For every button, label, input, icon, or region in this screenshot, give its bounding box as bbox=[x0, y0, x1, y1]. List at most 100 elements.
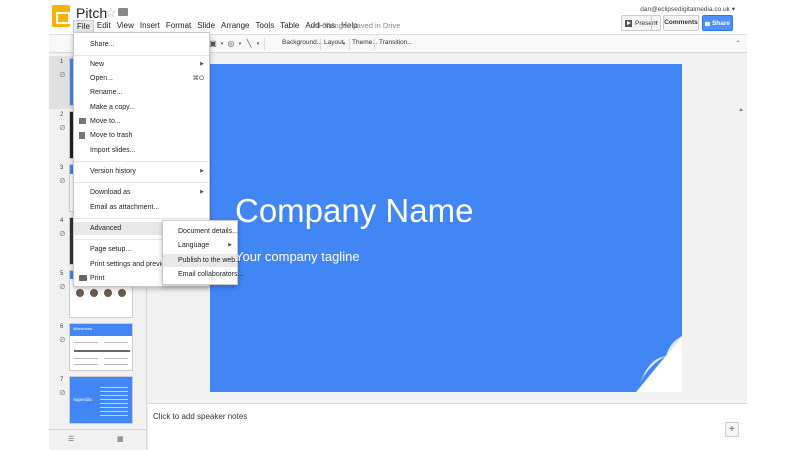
current-slide[interactable]: Company Name Your company tagline bbox=[210, 64, 682, 392]
collapse-toolbar-icon[interactable]: ⌃ bbox=[733, 39, 743, 49]
page-fold-decoration bbox=[636, 336, 682, 392]
filmstrip-footer: ☰ ▦ bbox=[49, 429, 147, 450]
menu-item-download-as[interactable]: Download as ▶ bbox=[74, 186, 209, 199]
menu-item-publish-web[interactable]: Publish to the web... bbox=[163, 254, 241, 267]
scrollbar[interactable] bbox=[738, 108, 744, 450]
doc-logo-icon[interactable] bbox=[52, 5, 70, 27]
avatar bbox=[104, 289, 112, 297]
add-note-icon[interactable] bbox=[725, 422, 739, 437]
avatar bbox=[118, 289, 126, 297]
layout-dropdown-icon[interactable]: ▾ bbox=[339, 39, 349, 49]
menu-item-share[interactable]: Share... bbox=[74, 38, 209, 51]
clip-icon: ⊘ bbox=[59, 70, 66, 79]
menu-item-label: Email collaborators... bbox=[178, 271, 244, 278]
menu-arrange[interactable]: Arrange bbox=[218, 20, 252, 34]
avatar bbox=[76, 289, 84, 297]
menu-item-label: Print settings and preview bbox=[90, 261, 171, 268]
speaker-notes[interactable]: Click to add speaker notes bbox=[148, 403, 747, 450]
thumb-line bbox=[100, 399, 128, 400]
menu-item-open[interactable]: Open... ⌘O bbox=[74, 72, 209, 85]
thumb-line bbox=[100, 411, 128, 412]
present-dropdown[interactable]: ▾ bbox=[651, 15, 661, 31]
slide-number: 5 bbox=[60, 271, 64, 277]
menu-item-label: Download as bbox=[90, 189, 131, 196]
filmstrip-slide-7[interactable]: 7 ⊘ Appendix bbox=[49, 374, 147, 427]
clip-icon: ⊘ bbox=[59, 176, 66, 185]
toolbar-divider bbox=[349, 38, 350, 50]
thumb-line bbox=[74, 350, 130, 352]
share-label: Share bbox=[711, 19, 731, 27]
menu-item-label: Language bbox=[178, 242, 210, 249]
slide-title[interactable]: Company Name bbox=[235, 192, 473, 230]
list-icon[interactable]: ☰ bbox=[68, 436, 75, 443]
menu-tools[interactable]: Tools bbox=[253, 20, 278, 34]
submenu-arrow-icon: ▶ bbox=[200, 168, 204, 174]
menu-divider bbox=[74, 218, 209, 219]
doc-title[interactable]: Pitch bbox=[76, 5, 107, 21]
menu-item-language[interactable]: Language ▶ bbox=[163, 239, 237, 252]
menu-item-email-attachment[interactable]: Email as attachment... bbox=[74, 201, 209, 214]
toolbar-divider bbox=[374, 38, 375, 50]
menu-item-make-copy[interactable]: Make a copy... bbox=[74, 101, 209, 114]
grid-icon[interactable]: ▦ bbox=[117, 436, 124, 443]
background-button[interactable]: Background... bbox=[282, 39, 322, 46]
thumb-line bbox=[100, 395, 128, 396]
clip-icon: ⊘ bbox=[59, 388, 66, 397]
folder-icon bbox=[79, 118, 86, 124]
menu-item-label: Email as attachment... bbox=[90, 204, 160, 211]
toolbar-divider bbox=[320, 38, 321, 50]
print-icon bbox=[79, 275, 87, 281]
menu-item-rename[interactable]: Rename... bbox=[74, 86, 209, 99]
menu-item-label: Page setup... bbox=[90, 246, 132, 253]
user-account[interactable]: dan@eclipsedigitalmedia.co.uk ▾ bbox=[640, 5, 735, 13]
menu-item-label: Document details... bbox=[178, 228, 238, 235]
menu-table[interactable]: Table bbox=[277, 20, 302, 34]
share-button[interactable]: Share bbox=[702, 15, 733, 31]
thumb-line bbox=[104, 342, 128, 343]
menu-shortcut: ⌘O bbox=[192, 75, 204, 82]
submenu-arrow-icon: ▶ bbox=[200, 189, 204, 195]
menu-item-label: Advanced bbox=[90, 225, 122, 232]
save-status: All changes saved in Drive bbox=[312, 21, 401, 30]
slide-tagline[interactable]: Your company tagline bbox=[235, 249, 360, 264]
menu-item-label: Publish to the web... bbox=[178, 257, 242, 264]
thumb-title: Appendix bbox=[73, 397, 92, 402]
menu-divider bbox=[74, 55, 209, 56]
trash-icon bbox=[79, 132, 85, 139]
slide-number: 4 bbox=[60, 218, 64, 224]
menu-item-move-to[interactable]: Move to... bbox=[74, 115, 209, 128]
menu-item-version-history[interactable]: Version history ▶ bbox=[74, 165, 209, 178]
clip-icon: ⊘ bbox=[59, 123, 66, 132]
toolbar-divider bbox=[264, 38, 265, 50]
lock-icon bbox=[704, 22, 710, 26]
slide-thumbnail: Milestones bbox=[69, 323, 133, 371]
menu-divider bbox=[74, 182, 209, 183]
filmstrip-slide-6[interactable]: 6 ⊘ Milestones bbox=[49, 321, 147, 374]
folder-icon[interactable] bbox=[118, 8, 128, 16]
thumb-line bbox=[104, 358, 128, 359]
line-dropdown-icon[interactable]: ▾ bbox=[253, 39, 263, 49]
menu-item-document-details[interactable]: Document details... bbox=[163, 225, 238, 238]
menu-item-label: Version history bbox=[90, 168, 136, 175]
menu-item-label: Import slides... bbox=[90, 147, 136, 154]
menu-item-label: New bbox=[90, 61, 105, 68]
comments-button[interactable]: Comments bbox=[663, 15, 699, 31]
menu-item-new[interactable]: New ▶ bbox=[74, 58, 209, 71]
transition-button[interactable]: Transition... bbox=[379, 39, 413, 46]
thumb-line bbox=[74, 364, 98, 365]
thumb-line bbox=[100, 415, 128, 416]
menu-item-label: Make a copy... bbox=[90, 104, 136, 111]
menu-item-email-collaborators[interactable]: Email collaborators... bbox=[163, 268, 243, 281]
star-icon[interactable]: ☆ bbox=[105, 5, 117, 21]
menu-item-label: Print bbox=[90, 275, 105, 282]
clip-icon: ⊘ bbox=[59, 282, 66, 291]
thumb-title: Milestones bbox=[73, 326, 93, 331]
avatar bbox=[90, 289, 98, 297]
slide-thumbnail: Appendix bbox=[69, 376, 133, 424]
speaker-notes-placeholder[interactable]: Click to add speaker notes bbox=[153, 412, 247, 421]
menu-item-move-to-trash[interactable]: Move to trash bbox=[74, 129, 209, 142]
thumb-band: Milestones bbox=[70, 324, 132, 336]
menu-item-label: Open... bbox=[90, 75, 113, 82]
menu-item-label: Move to... bbox=[90, 118, 121, 125]
menu-item-import-slides[interactable]: Import slides... bbox=[74, 144, 209, 157]
